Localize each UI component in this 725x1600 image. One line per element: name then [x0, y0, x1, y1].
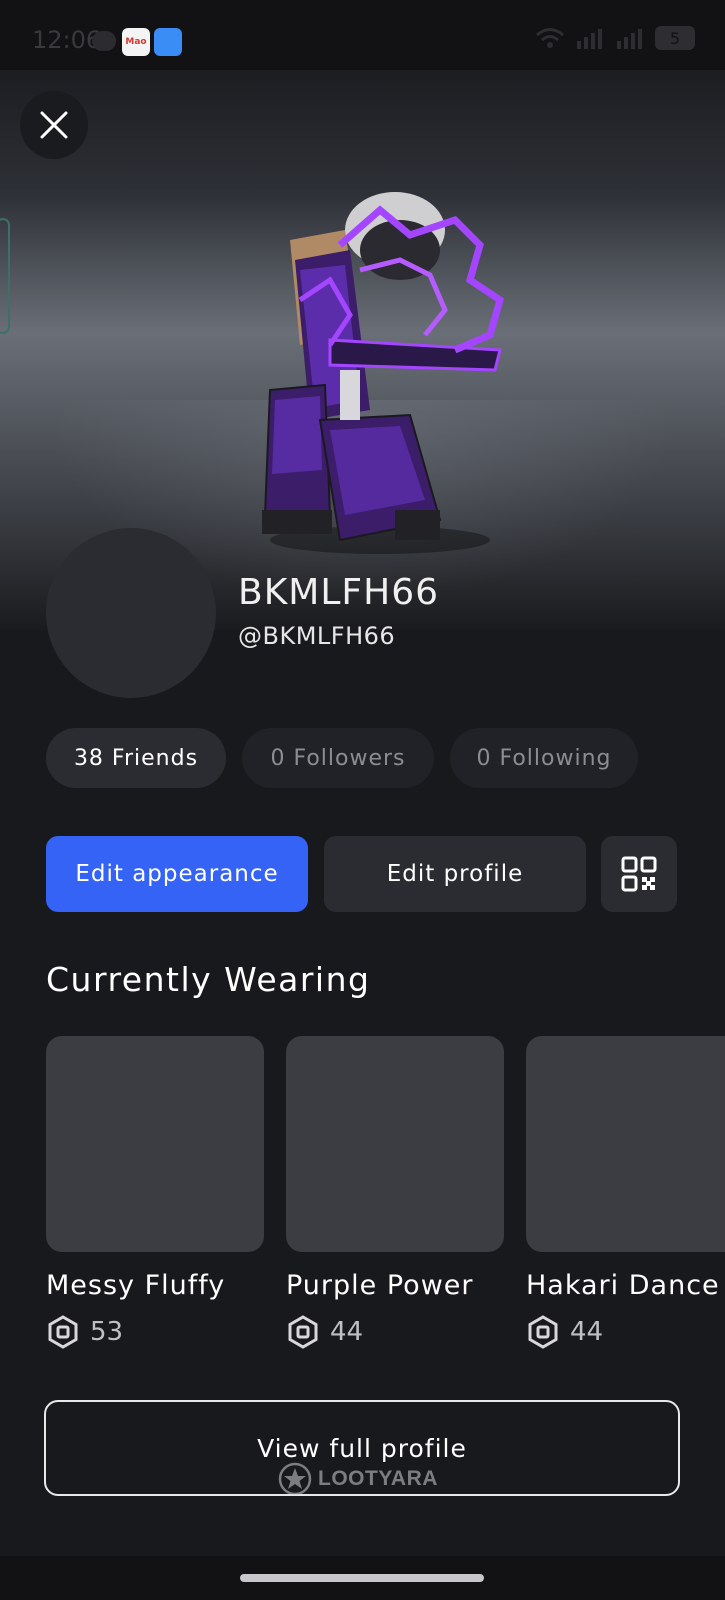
item-price: 44: [526, 1315, 725, 1349]
item-price: 53: [46, 1315, 264, 1349]
wearing-item[interactable]: Purple Power 44: [286, 1036, 504, 1349]
robux-icon: [48, 1315, 78, 1349]
status-indicators: 5: [535, 26, 695, 50]
following-pill[interactable]: 0 Following: [450, 728, 638, 788]
item-name: Hakari Dance: [526, 1270, 720, 1301]
qr-code-icon: [621, 856, 657, 892]
friends-pill[interactable]: 38 Friends: [46, 728, 226, 788]
followers-pill[interactable]: 0 Followers: [242, 728, 434, 788]
item-price-value: 44: [330, 1317, 364, 1347]
wearing-item[interactable]: Hakari Dance 44: [526, 1036, 725, 1349]
currently-wearing-title: Currently Wearing: [46, 960, 371, 999]
battery-icon: 5: [655, 26, 695, 50]
app-badge-icon: Mao: [122, 28, 150, 56]
home-indicator[interactable]: [240, 1574, 484, 1582]
item-thumbnail[interactable]: [526, 1036, 725, 1252]
item-price-value: 53: [90, 1317, 124, 1347]
wearing-item[interactable]: Messy Fluffy 53: [46, 1036, 264, 1349]
username: @BKMLFH66: [238, 622, 396, 650]
status-time: 12:06: [32, 26, 102, 54]
close-icon: [40, 111, 68, 139]
app-market-icon: [154, 28, 182, 56]
robux-icon: [528, 1315, 558, 1349]
wifi-icon: [536, 28, 564, 48]
signal-icon: [617, 29, 642, 49]
chat-bubble-icon: [92, 31, 116, 51]
item-price: 44: [286, 1315, 504, 1349]
signal-icon: [577, 29, 602, 49]
edit-profile-button[interactable]: Edit profile: [324, 836, 586, 912]
item-price-value: 44: [570, 1317, 604, 1347]
close-button[interactable]: [20, 91, 88, 159]
item-thumbnail[interactable]: [46, 1036, 264, 1252]
item-thumbnail[interactable]: [286, 1036, 504, 1252]
star-badge-icon: [278, 1462, 312, 1496]
edit-appearance-button[interactable]: Edit appearance: [46, 836, 308, 912]
display-name: BKMLFH66: [238, 572, 440, 613]
item-name: Messy Fluffy: [46, 1270, 226, 1301]
battery-level: 5: [669, 28, 681, 48]
robux-icon: [288, 1315, 318, 1349]
qr-code-button[interactable]: [601, 836, 677, 912]
watermark: LOOTYARA: [278, 1462, 438, 1496]
avatar[interactable]: [46, 528, 216, 698]
item-name: Purple Power: [286, 1270, 474, 1301]
status-bar: 12:06 Mao 5: [0, 0, 725, 70]
watermark-text: LOOTYARA: [318, 1467, 438, 1490]
